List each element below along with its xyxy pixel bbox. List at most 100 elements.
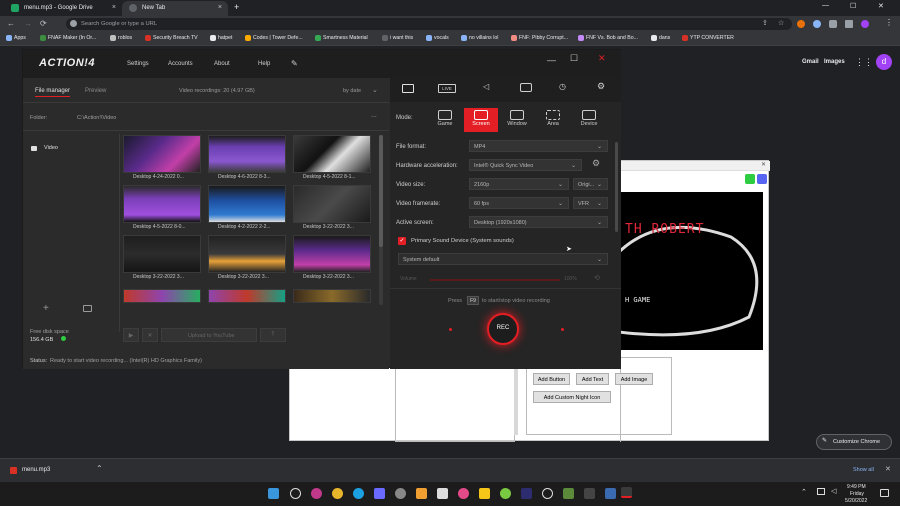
google-apps-icon[interactable]: ⋮⋮ (855, 57, 873, 68)
chevron-down-icon[interactable]: ⌄ (372, 86, 378, 94)
back-icon[interactable]: ← (7, 19, 15, 28)
forward-icon[interactable]: → (24, 19, 32, 28)
tab-preview[interactable]: Preview (85, 88, 106, 94)
pin-button[interactable]: ⤒ (260, 328, 286, 342)
file-explorer-icon[interactable] (479, 488, 490, 499)
share-icon[interactable]: ⇪ (762, 19, 768, 27)
sidebar-icon[interactable] (845, 20, 853, 28)
add-folder-icon[interactable]: + (43, 303, 49, 314)
thumbnail[interactable] (123, 289, 201, 303)
tab-google-drive[interactable]: menu.mp3 - Google Drive × (4, 1, 122, 16)
bookmark-security-breach[interactable]: Security Breach TV (145, 35, 198, 41)
video-size-aspect-dropdown[interactable]: Origi... ⌄ (573, 178, 608, 190)
download-item-name[interactable]: menu.mp3 (22, 467, 50, 473)
search-icon[interactable] (290, 488, 301, 499)
maximize-button[interactable]: ☐ (850, 2, 856, 10)
gmail-link[interactable]: Gmail (802, 59, 819, 65)
video-size-dropdown[interactable]: 2160p ⌄ (469, 178, 569, 190)
add-image-button[interactable]: Add Image (615, 373, 653, 385)
app-icon[interactable] (458, 488, 469, 499)
thumbnail[interactable] (293, 185, 371, 223)
bookmark-villains[interactable]: no villains lol (461, 35, 498, 41)
add-button-button[interactable]: Add Button (533, 373, 570, 385)
bookmark-star-icon[interactable]: ☆ (778, 19, 784, 27)
video-framerate-dropdown[interactable]: 60 fps ⌄ (469, 197, 569, 209)
add-text-button[interactable]: Add Text (576, 373, 609, 385)
menu-dots-icon[interactable]: ⋮ (885, 18, 893, 27)
bookmark-apps[interactable]: Apps (6, 35, 26, 41)
folder-browse-button[interactable]: ... (371, 112, 377, 119)
upload-youtube-button[interactable]: Upload to YouTube (161, 328, 257, 342)
thumbnail[interactable] (123, 135, 201, 173)
minimize-button[interactable]: — (822, 2, 829, 9)
play-button[interactable]: ▶ (123, 328, 139, 342)
mode-game[interactable]: Game (428, 108, 462, 132)
bookmark-ytp[interactable]: YTP CONVERTER (682, 35, 734, 41)
tab-file-manager[interactable]: File manager (35, 88, 71, 97)
sort-dropdown[interactable]: by date (343, 88, 361, 94)
mode-device[interactable]: Device (572, 108, 606, 132)
avatar[interactable]: d (876, 54, 892, 70)
thumbnail[interactable] (293, 235, 371, 273)
timer-icon[interactable]: ◷ (559, 82, 566, 91)
hardware-acceleration-dropdown[interactable]: Intel® Quick Sync Video ⌄ (469, 159, 582, 171)
chrome-icon[interactable] (332, 488, 343, 499)
show-all-link[interactable]: Show all (853, 467, 874, 473)
network-icon[interactable] (817, 488, 825, 495)
reset-icon[interactable]: ⟲ (594, 274, 600, 282)
menu-settings[interactable]: Settings (127, 61, 149, 67)
active-screen-dropdown[interactable]: Desktop (1920x1080) ⌄ (469, 216, 608, 228)
thumbnail[interactable] (123, 235, 201, 273)
vfr-dropdown[interactable]: VFR ⌄ (573, 197, 608, 209)
menu-help[interactable]: Help (258, 61, 270, 67)
chevron-up-icon[interactable]: ⌃ (801, 488, 807, 496)
thumbnail[interactable] (208, 185, 286, 223)
puzzle-icon[interactable] (829, 20, 837, 28)
profile-icon[interactable] (861, 20, 869, 28)
live-icon[interactable]: LIVE (438, 84, 456, 93)
volume-slider[interactable] (430, 279, 560, 281)
close-icon[interactable]: ✕ (885, 465, 891, 473)
gear-icon[interactable]: ⚙ (597, 81, 605, 92)
edge-icon[interactable] (353, 488, 364, 499)
scrollbar-thumb[interactable] (379, 135, 383, 247)
close-icon[interactable]: ✕ (761, 161, 766, 168)
app-icon[interactable] (311, 488, 322, 499)
primary-sound-checkbox[interactable]: ✓ (398, 237, 406, 245)
images-link[interactable]: Images (824, 59, 845, 65)
clock-time[interactable]: 9:49 PM (847, 484, 866, 490)
file-format-dropdown[interactable]: MP4 ⌄ (469, 140, 608, 152)
app-icon[interactable] (374, 488, 385, 499)
close-icon[interactable]: × (218, 4, 222, 11)
bookmark-smartness[interactable]: Smartness Material (315, 35, 368, 41)
sound-device-dropdown[interactable]: System default ⌄ (398, 253, 608, 265)
app-icon[interactable] (563, 488, 574, 499)
github-icon[interactable] (395, 488, 406, 499)
terminal-icon[interactable] (584, 488, 595, 499)
chevron-up-icon[interactable]: ⌃ (96, 464, 103, 473)
tree-item-video[interactable]: Video (44, 145, 58, 151)
menu-about[interactable]: About (214, 61, 230, 67)
app-icon[interactable] (542, 488, 553, 499)
folder-icon[interactable] (83, 305, 92, 312)
notification-icon[interactable] (880, 489, 889, 497)
add-custom-night-icon-button[interactable]: Add Custom Night Icon (533, 391, 611, 403)
record-button[interactable]: REC (487, 313, 519, 345)
bookmark-hatpet[interactable]: hatpet (210, 35, 232, 41)
app-icon[interactable] (500, 488, 511, 499)
omnibox[interactable]: Search Google or type a URL ⇪ ☆ (66, 18, 792, 30)
audio-icon[interactable]: ◁ (483, 82, 489, 91)
bookmark-vocals[interactable]: vocals (426, 35, 449, 41)
scrollbar[interactable] (379, 135, 383, 305)
app-icon[interactable] (416, 488, 427, 499)
customize-chrome-button[interactable]: Customize Chrome (816, 434, 892, 450)
brush-icon[interactable]: ✎ (291, 59, 298, 68)
bookmark-codes[interactable]: Codes | Tower Defe... (245, 35, 303, 41)
bookmark-fnf-bob[interactable]: FNF Vs. Bob and Bo... (578, 35, 638, 41)
minimize-button[interactable]: — (547, 55, 556, 65)
volume-icon[interactable]: ◁ (831, 487, 836, 495)
extension-icon[interactable] (797, 20, 805, 28)
bookmark-roblos[interactable]: roblos (110, 35, 132, 41)
camera-icon[interactable] (520, 83, 532, 92)
close-window-button[interactable]: ✕ (878, 2, 884, 10)
